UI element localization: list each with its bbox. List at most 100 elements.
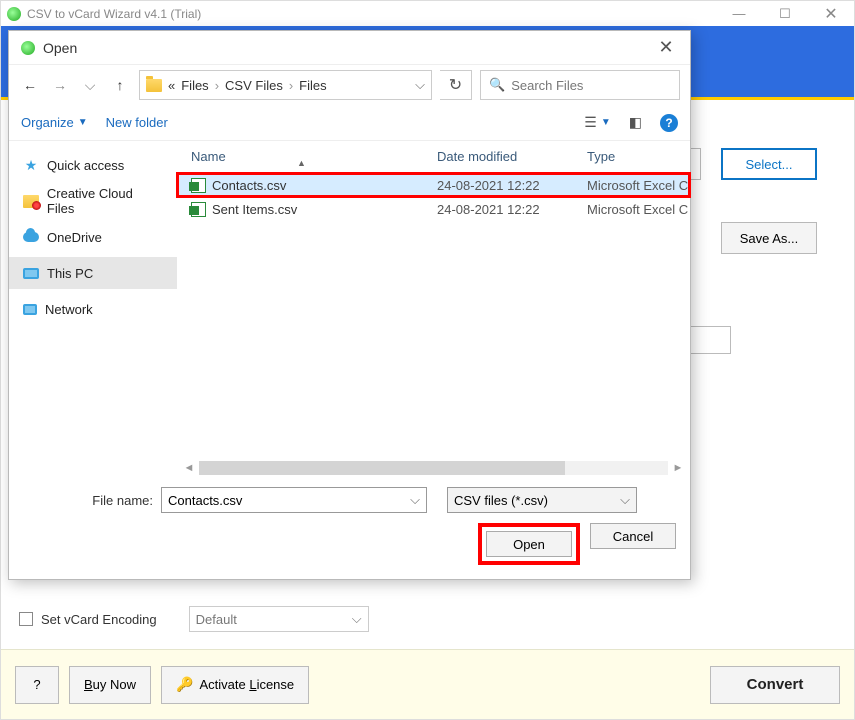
preview-icon: ◧ [629,114,642,131]
titlebar: CSV to vCard Wizard v4.1 (Trial) — ☐ ✕ [0,0,855,26]
crumb-0[interactable]: Files [181,78,208,93]
chevron-right-icon: › [215,78,219,93]
maximize-button[interactable]: ☐ [762,1,808,27]
file-name: Contacts.csv [212,178,286,193]
filetype-value: CSV files (*.csv) [454,493,548,508]
crumb-1[interactable]: CSV Files [225,78,283,93]
footer: ? Buy Now 🔑 Activate License Convert [1,649,854,719]
sidebar: ★ Quick access Creative Cloud Files OneDriv… [9,141,177,477]
chevron-down-icon: ⌵ [352,611,362,627]
encoding-value: Default [196,612,237,627]
scroll-track[interactable] [199,461,668,475]
file-row[interactable]: Contacts.csv 24-08-2021 12:22Microsoft Ex… [177,173,690,197]
close-button[interactable]: ✕ [808,1,854,27]
file-date: 24-08-2021 12:22 [437,202,587,217]
app-icon [7,7,21,21]
activate-license-button[interactable]: 🔑 Activate License [161,666,309,704]
address-bar[interactable]: « Files › CSV Files › Files ⌵ [139,70,432,100]
dialog-bottom: File name: Contacts.csv ⌵ CSV files (*.c… [9,477,690,579]
body-row: ★ Quick access Creative Cloud Files OneDriv… [9,141,690,477]
select-button[interactable]: Select... [721,148,817,180]
chevron-down-icon[interactable]: ⌵ [410,492,420,508]
dialog-icon [21,41,35,55]
dialog-help-button[interactable]: ? [660,114,678,132]
col-type[interactable]: Type [587,149,690,164]
folder-icon [146,79,162,92]
refresh-button[interactable]: ↻ [440,70,472,100]
dialog-titlebar: Open ✕ [9,31,690,65]
sidebar-item-network[interactable]: Network [9,293,177,325]
excel-icon [191,178,206,193]
forward-button: → [49,74,71,96]
nav-row: ← → ⌵ ↑ « Files › CSV Files › Files ⌵ ↻ … [9,65,690,105]
file-type: Microsoft Excel C [587,178,690,193]
sidebar-item-label: OneDrive [47,230,102,245]
back-button[interactable]: ← [19,74,41,96]
app-title: CSV to vCard Wizard v4.1 (Trial) [27,7,716,21]
file-date: 24-08-2021 12:22 [437,178,587,193]
dialog-close-button[interactable]: ✕ [650,37,682,58]
preview-toggle[interactable]: ◧ [629,114,642,131]
sidebar-item-creative-cloud-files[interactable]: Creative Cloud Files [9,185,177,217]
filename-input[interactable]: Contacts.csv ⌵ [161,487,427,513]
chevron-right-icon: › [289,78,293,93]
sidebar-item-onedrive[interactable]: OneDrive [9,221,177,253]
organize-menu[interactable]: Organize ▼ [21,115,88,130]
dialog-title: Open [43,40,650,56]
file-rows: Contacts.csv 24-08-2021 12:22Microsoft Ex… [177,173,690,221]
columns-header: Name ▲ Date modified Type [177,141,690,173]
list-icon: ☰ [584,114,597,131]
file-name: Sent Items.csv [212,202,297,217]
file-row[interactable]: Sent Items.csv 24-08-2021 12:22Microsoft … [177,197,690,221]
sidebar-item-quick-access[interactable]: ★ Quick access [9,149,177,181]
up-button[interactable]: ↑ [109,74,131,96]
search-placeholder: Search Files [511,78,583,93]
address-dd[interactable]: ⌵ [415,77,425,93]
cancel-button[interactable]: Cancel [590,523,676,549]
h-scrollbar[interactable]: ◄ ► [177,459,690,477]
file-type: Microsoft Excel C [587,202,690,217]
col-name[interactable]: Name ▲ [177,149,437,164]
sidebar-item-label: Network [45,302,93,317]
scroll-thumb[interactable] [199,461,565,475]
button-row: Open Cancel [23,523,676,565]
sidebar-item-this-pc[interactable]: This PC [9,257,177,289]
filetype-select[interactable]: CSV files (*.csv) ⌵ [447,487,637,513]
encoding-row: Set vCard Encoding Default ⌵ [19,606,369,632]
view-menu[interactable]: ☰ ▼ [584,114,610,131]
sort-asc-icon: ▲ [297,158,306,168]
saveas-button[interactable]: Save As... [721,222,817,254]
search-box[interactable]: 🔍 Search Files [480,70,680,100]
new-folder-button[interactable]: New folder [106,115,168,130]
open-dialog: Open ✕ ← → ⌵ ↑ « Files › CSV Files › Fil… [8,30,691,580]
sidebar-item-label: Creative Cloud Files [47,186,163,216]
toolbar: Organize ▼ New folder ☰ ▼ ◧ ? [9,105,690,141]
sidebar-item-label: Quick access [47,158,124,173]
pc-icon [23,268,39,279]
crumb-2[interactable]: Files [299,78,326,93]
buy-now-button[interactable]: Buy Now [69,666,151,704]
open-button[interactable]: Open [486,531,572,557]
file-list: Name ▲ Date modified Type Contacts.csv 24… [177,141,690,477]
cc-icon [23,195,39,208]
col-date[interactable]: Date modified [437,149,587,164]
encoding-select[interactable]: Default ⌵ [189,606,369,632]
file-name-cell: Contacts.csv [177,178,437,193]
star-icon: ★ [23,157,39,173]
encoding-checkbox[interactable] [19,612,33,626]
scroll-left-icon[interactable]: ◄ [181,462,197,474]
file-name-cell: Sent Items.csv [177,202,437,217]
filename-row: File name: Contacts.csv ⌵ CSV files (*.c… [23,487,676,513]
chevron-down-icon: ⌵ [620,492,630,508]
sidebar-item-label: This PC [47,266,93,281]
crumb-prefix: « [168,78,175,93]
convert-button[interactable]: Convert [710,666,840,704]
recent-dd[interactable]: ⌵ [79,74,101,96]
minimize-button[interactable]: — [716,1,762,27]
open-highlight: Open [478,523,580,565]
help-button[interactable]: ? [15,666,59,704]
chevron-down-icon: ▼ [78,117,88,128]
scroll-right-icon[interactable]: ► [670,462,686,474]
encoding-label: Set vCard Encoding [41,612,157,627]
key-icon: 🔑 [176,676,193,693]
